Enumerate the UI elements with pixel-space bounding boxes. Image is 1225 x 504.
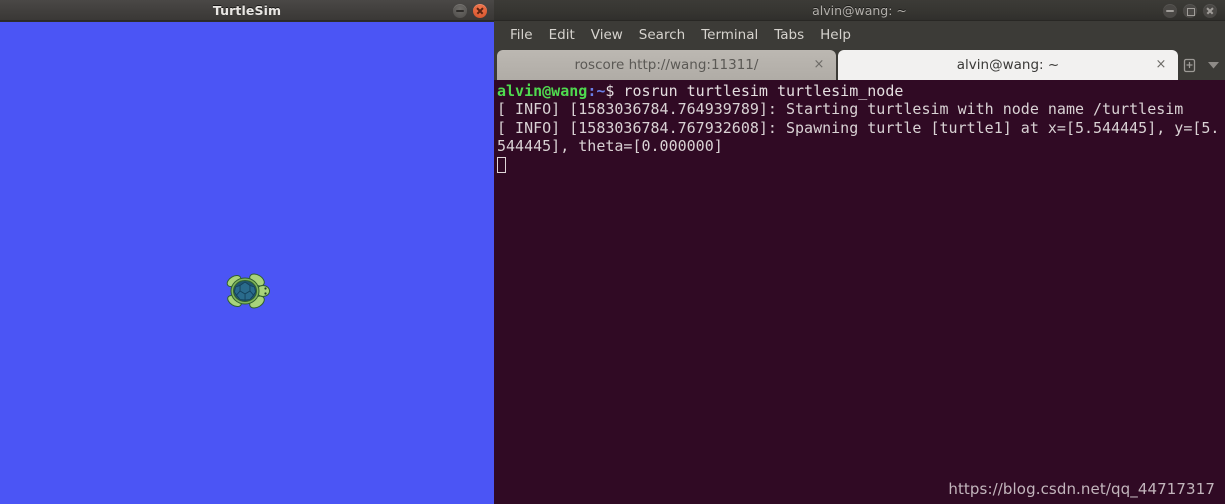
turtlesim-canvas[interactable] (0, 22, 494, 504)
terminal-log-line: [ INFO] [1583036784.767932608]: Spawning… (497, 118, 1220, 156)
tabbar-actions (1179, 50, 1225, 80)
shell-prompt-path: :~ (587, 82, 606, 100)
tab-alvin-wang[interactable]: alvin@wang: ~ × (838, 50, 1178, 80)
menu-item-edit[interactable]: Edit (541, 25, 583, 45)
menu-item-tabs[interactable]: Tabs (766, 25, 812, 45)
tab-close-icon[interactable]: × (812, 58, 826, 72)
close-icon[interactable] (1203, 4, 1217, 18)
terminal-log-line: [ INFO] [1583036784.764939789]: Starting… (497, 100, 1184, 119)
terminal-tabbar: roscore http://wang:11311/ × alvin@wang:… (494, 48, 1225, 80)
menu-item-help[interactable]: Help (812, 25, 859, 45)
new-tab-icon[interactable] (1179, 55, 1199, 75)
watermark-text: https://blog.csdn.net/qq_44717317 (948, 480, 1215, 498)
tab-close-icon[interactable]: × (1154, 58, 1168, 72)
tab-label: alvin@wang: ~ (956, 57, 1060, 73)
menu-item-terminal[interactable]: Terminal (693, 25, 766, 45)
shell-command: rosrun turtlesim turtlesim_node (614, 82, 904, 100)
menu-item-view[interactable]: View (583, 25, 631, 45)
minimize-icon[interactable] (1163, 4, 1177, 18)
maximize-icon[interactable] (1183, 4, 1197, 18)
terminal-window-title: alvin@wang: ~ (812, 3, 907, 18)
shell-prompt-user: alvin@wang (497, 82, 588, 100)
terminal-menubar: File Edit View Search Terminal Tabs Help (494, 21, 1225, 48)
terminal-window: alvin@wang: ~ File Edit View Search Term… (494, 0, 1225, 504)
terminal-cursor (497, 156, 506, 173)
tab-roscore[interactable]: roscore http://wang:11311/ × (497, 50, 836, 80)
menu-item-search[interactable]: Search (631, 25, 693, 45)
terminal-titlebar[interactable]: alvin@wang: ~ (494, 0, 1225, 21)
turtlesim-window: TurtleSim (0, 0, 494, 504)
menu-item-file[interactable]: File (502, 25, 541, 45)
terminal-output-area[interactable]: alvin@wang:~$ rosrun turtlesim turtlesim… (494, 80, 1225, 504)
desktop-screen: TurtleSim alvin@wang: ~ File Edit View S… (0, 0, 1225, 504)
close-icon[interactable] (473, 4, 487, 18)
turtlesim-titlebar[interactable]: TurtleSim (0, 0, 494, 21)
turtlesim-window-title: TurtleSim (212, 3, 282, 18)
tab-label: roscore http://wang:11311/ (574, 57, 759, 73)
minimize-icon[interactable] (453, 4, 467, 18)
turtle-sprite (226, 273, 270, 309)
chevron-down-icon[interactable] (1205, 55, 1221, 75)
